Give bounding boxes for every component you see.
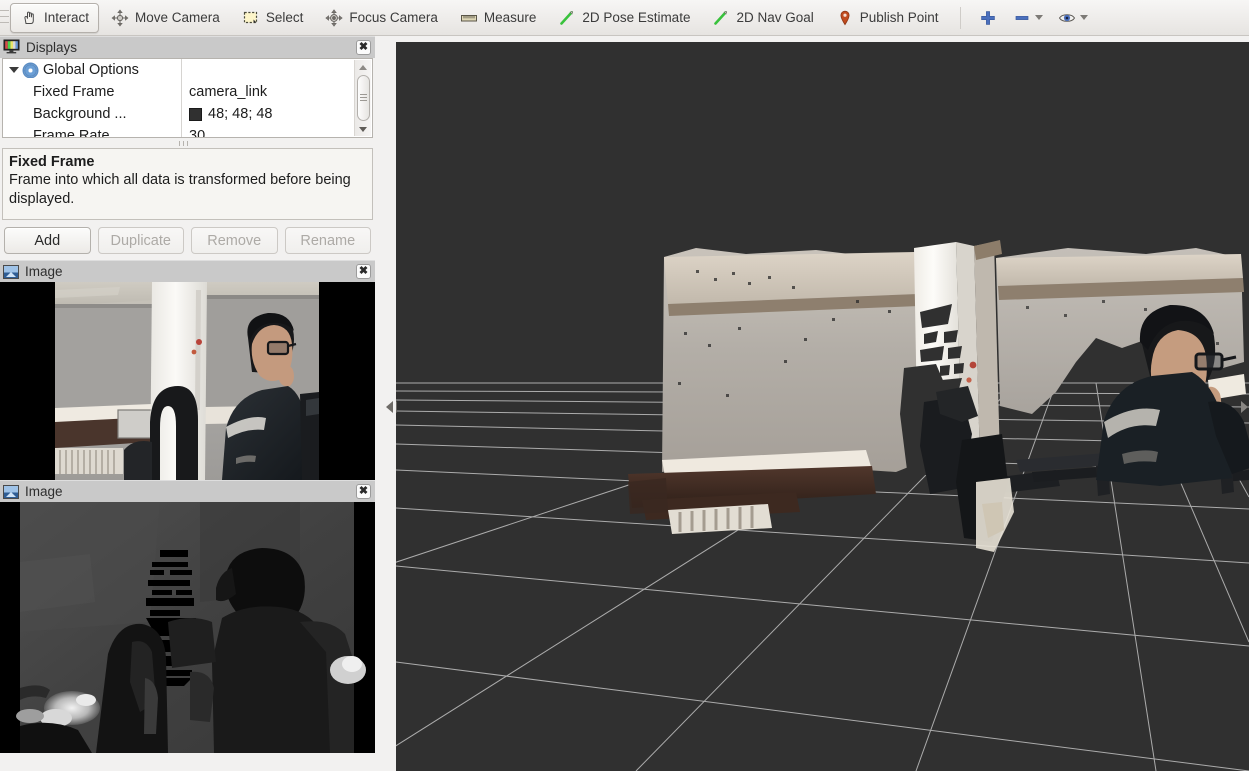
tree-row-fixed-frame[interactable]: Fixed Frame camera_link xyxy=(3,81,372,103)
color-swatch-icon xyxy=(189,107,202,121)
tree-row-value-text: 48; 48; 48 xyxy=(208,106,273,122)
chevron-down-icon[interactable] xyxy=(1034,15,1043,20)
depth-camera-image xyxy=(0,502,375,753)
minus-icon xyxy=(1012,8,1032,28)
hand-cursor-icon xyxy=(20,9,38,27)
tool-select-label: Select xyxy=(265,10,304,25)
add-button[interactable]: Add xyxy=(4,227,91,254)
help-title: Fixed Frame xyxy=(9,154,95,170)
displays-property-tree[interactable]: Global Options Fixed Frame camera_link B… xyxy=(2,58,373,138)
point-cloud-room-reconstruction xyxy=(628,240,1249,552)
scroll-down-icon[interactable] xyxy=(356,122,371,136)
add-tool-button[interactable] xyxy=(971,3,1005,33)
image-icon xyxy=(3,264,19,279)
chevron-down-icon[interactable] xyxy=(1079,15,1088,20)
tool-2d-nav-goal-label: 2D Nav Goal xyxy=(736,10,814,25)
move-camera-icon xyxy=(111,9,129,27)
plus-icon xyxy=(978,8,998,28)
image-panel-1-titlebar: Image ✖ xyxy=(0,260,375,282)
property-help-box: Fixed Frame Frame into which all data is… xyxy=(2,148,373,220)
displays-panel-title: Displays xyxy=(26,40,78,55)
tree-row-background-color[interactable]: Background ... 48; 48; 48 xyxy=(3,103,372,125)
close-icon[interactable]: ✖ xyxy=(356,484,371,499)
close-icon[interactable]: ✖ xyxy=(356,40,371,55)
3d-render-view[interactable] xyxy=(396,42,1249,771)
select-box-icon xyxy=(242,9,260,27)
tool-move-camera-label: Move Camera xyxy=(135,10,220,25)
close-icon[interactable]: ✖ xyxy=(356,264,371,279)
scroll-up-icon[interactable] xyxy=(356,60,371,74)
remove-button: Remove xyxy=(191,227,278,254)
left-dock-area: Displays ✖ Global Options Fixed Frame ca… xyxy=(0,36,375,771)
collapse-left-arrow-icon[interactable] xyxy=(385,401,393,413)
tool-select[interactable]: Select xyxy=(232,3,314,33)
help-body: Frame into which all data is transformed… xyxy=(9,172,351,207)
image-icon xyxy=(3,484,19,499)
tree-row-value[interactable]: 30 xyxy=(181,128,372,137)
tree-row-label: Fixed Frame xyxy=(33,84,115,100)
image-panel-1-title: Image xyxy=(25,264,63,279)
tool-publish-point-label: Publish Point xyxy=(859,10,939,25)
eye-icon xyxy=(1057,8,1077,28)
tree-row-label: Background ... xyxy=(33,106,127,122)
tool-publish-point[interactable]: Publish Point xyxy=(826,3,949,33)
tool-visibility-button[interactable] xyxy=(1050,3,1095,33)
pose-arrow-icon xyxy=(558,9,576,27)
map-pin-icon xyxy=(836,9,854,27)
tree-row-label: Global Options xyxy=(43,62,139,78)
duplicate-button: Duplicate xyxy=(97,227,184,254)
displays-horizontal-splitter[interactable] xyxy=(0,138,375,148)
main-toolbar: Interact Move Camera Select Focus Camera… xyxy=(0,0,1249,36)
collapse-left-splitter-handle[interactable] xyxy=(396,394,399,420)
left-panel-collapse-handle[interactable] xyxy=(383,394,395,420)
expand-right-arrow-icon[interactable] xyxy=(1240,401,1248,413)
collapse-left-arrow-icon[interactable] xyxy=(396,401,397,413)
tree-row-label: Frame Rate xyxy=(33,128,110,138)
displays-button-row: Add Duplicate Remove Rename xyxy=(0,220,375,260)
expand-right-splitter-handle[interactable] xyxy=(1238,394,1249,420)
image-panel-2-titlebar: Image ✖ xyxy=(0,480,375,502)
tool-interact[interactable]: Interact xyxy=(10,2,100,33)
gear-icon xyxy=(24,63,37,77)
tree-column-divider[interactable] xyxy=(181,59,182,137)
focus-camera-icon xyxy=(325,8,344,27)
image-panel-2-view[interactable] xyxy=(0,502,375,753)
tool-interact-label: Interact xyxy=(44,10,90,25)
remove-tool-button[interactable] xyxy=(1005,3,1050,33)
image-panel-2-title: Image xyxy=(25,484,63,499)
nav-goal-arrow-icon xyxy=(712,9,730,27)
scrollbar-thumb[interactable] xyxy=(356,75,370,121)
tool-move-camera[interactable]: Move Camera xyxy=(101,3,230,33)
toolbar-separator xyxy=(959,6,961,29)
tool-focus-camera-label: Focus Camera xyxy=(349,10,438,25)
rgb-camera-image xyxy=(0,282,375,480)
displays-tree-scrollbar[interactable] xyxy=(354,60,371,136)
tree-row-value[interactable]: camera_link xyxy=(181,84,372,100)
tool-2d-nav-goal[interactable]: 2D Nav Goal xyxy=(702,3,823,33)
rviz-window: Interact Move Camera Select Focus Camera… xyxy=(0,0,1249,771)
displays-panel-titlebar: Displays ✖ xyxy=(0,36,375,58)
tool-focus-camera[interactable]: Focus Camera xyxy=(315,3,448,33)
tree-row-value[interactable]: 48; 48; 48 xyxy=(181,106,372,122)
toolbar-drag-handle[interactable] xyxy=(0,0,9,36)
tool-2d-pose-estimate[interactable]: 2D Pose Estimate xyxy=(548,3,700,33)
ruler-icon xyxy=(460,9,478,27)
monitor-icon xyxy=(3,39,20,57)
tree-row-global-options[interactable]: Global Options xyxy=(3,59,372,81)
tool-measure-label: Measure xyxy=(483,10,537,25)
tool-2d-pose-estimate-label: 2D Pose Estimate xyxy=(582,10,691,25)
tool-measure[interactable]: Measure xyxy=(450,3,547,33)
image-panel-1-view[interactable] xyxy=(0,282,375,480)
chevron-down-icon[interactable] xyxy=(9,67,19,73)
rename-button: Rename xyxy=(284,227,371,254)
tree-row-frame-rate[interactable]: Frame Rate 30 xyxy=(3,125,372,138)
